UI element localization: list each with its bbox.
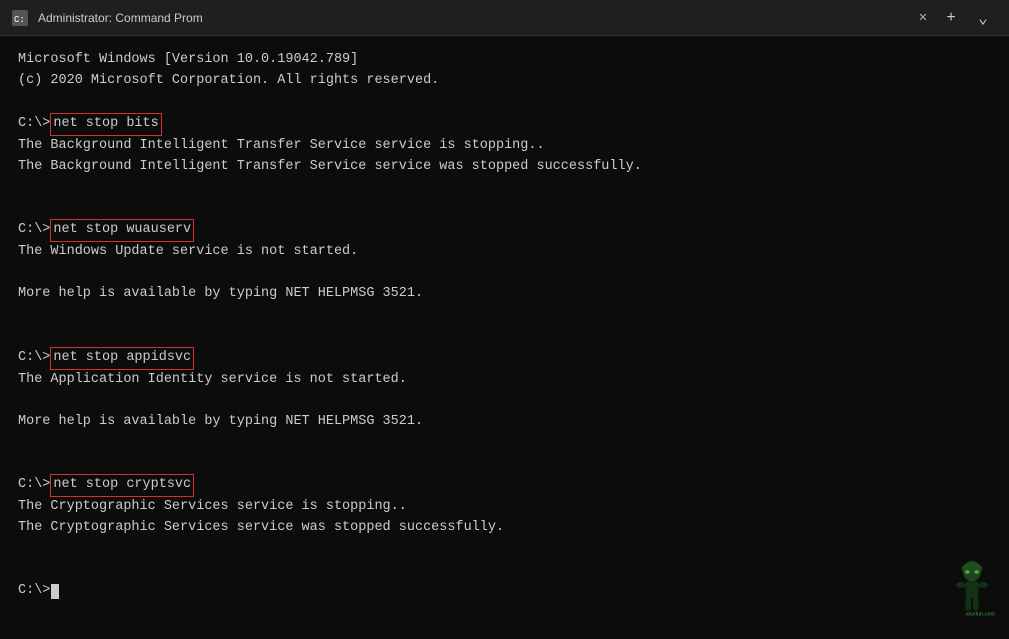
blank-7 — [18, 391, 991, 412]
terminal-area: Microsoft Windows [Version 10.0.19042.78… — [0, 36, 1009, 639]
blank-6 — [18, 326, 991, 347]
blank-10 — [18, 539, 991, 560]
titlebar-controls: ✕ + ⌄ — [913, 4, 997, 32]
cmd-highlight-2: net stop wuauserv — [50, 219, 194, 242]
cmd-highlight-4: net stop cryptsvc — [50, 474, 194, 497]
titlebar-title: Administrator: Command Prom — [38, 11, 903, 25]
close-tab-button[interactable]: ✕ — [913, 8, 933, 28]
line-crypt-2: The Cryptographic Services service was s… — [18, 518, 991, 539]
blank-4 — [18, 263, 991, 284]
cmd-highlight-3: net stop appidsvc — [50, 347, 194, 370]
cmd-icon: C: — [12, 10, 28, 26]
blank-3 — [18, 198, 991, 219]
prompt-1: C:\> — [18, 114, 50, 135]
line-version: Microsoft Windows [Version 10.0.19042.78… — [18, 50, 991, 71]
line-bits-2: The Background Intelligent Transfer Serv… — [18, 157, 991, 178]
cmd-line-4: C:\>net stop cryptsvc — [18, 474, 991, 497]
titlebar: C: Administrator: Command Prom ✕ + ⌄ — [0, 0, 1009, 36]
blank-2 — [18, 178, 991, 199]
cmd-line-2: C:\>net stop wuauserv — [18, 219, 991, 242]
line-app-2: More help is available by typing NET HEL… — [18, 412, 991, 433]
blank-9 — [18, 454, 991, 475]
add-tab-button[interactable]: + — [937, 4, 965, 32]
svg-text:C:: C: — [14, 15, 25, 25]
blank-8 — [18, 433, 991, 454]
prompt-3: C:\> — [18, 348, 50, 369]
dropdown-button[interactable]: ⌄ — [969, 4, 997, 32]
line-bits-1: The Background Intelligent Transfer Serv… — [18, 136, 991, 157]
svg-text:wsxfun.com: wsxfun.com — [965, 611, 996, 617]
cursor — [51, 584, 59, 599]
blank-5 — [18, 305, 991, 326]
prompt-2: C:\> — [18, 220, 50, 241]
prompt-final: C:\> — [18, 581, 50, 602]
cmd-line-final: C:\> — [18, 581, 991, 602]
line-app-1: The Application Identity service is not … — [18, 370, 991, 391]
line-wua-2: More help is available by typing NET HEL… — [18, 284, 991, 305]
watermark: wsxfun.com — [947, 560, 997, 629]
line-copyright: (c) 2020 Microsoft Corporation. All righ… — [18, 71, 991, 92]
prompt-4: C:\> — [18, 475, 50, 496]
watermark-icon: wsxfun.com — [947, 560, 997, 620]
cmd-line-1: C:\>net stop bits — [18, 113, 991, 136]
cmd-line-3: C:\>net stop appidsvc — [18, 347, 991, 370]
blank-11 — [18, 560, 991, 581]
line-crypt-1: The Cryptographic Services service is st… — [18, 497, 991, 518]
line-wua-1: The Windows Update service is not starte… — [18, 242, 991, 263]
blank-1 — [18, 92, 991, 113]
cmd-highlight-1: net stop bits — [50, 113, 161, 136]
